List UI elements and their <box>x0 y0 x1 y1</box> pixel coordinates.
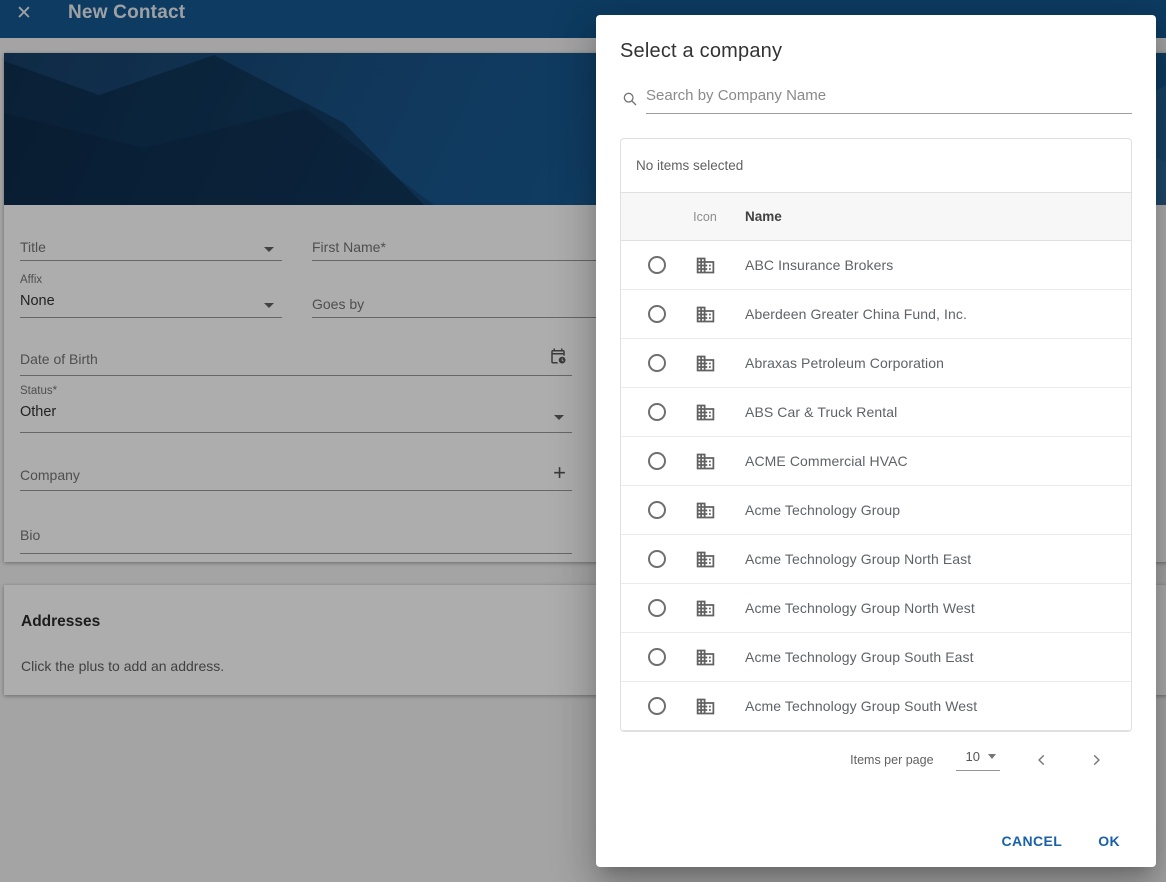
chevron-down-icon <box>988 754 996 759</box>
paginator: Items per page 10 <box>620 732 1132 788</box>
select-company-dialog: Select a company No items selected Icon … <box>596 15 1156 867</box>
company-building-icon <box>695 647 716 668</box>
table-row[interactable]: ACME Commercial HVAC <box>621 437 1131 486</box>
company-name: Acme Technology Group North East <box>717 551 971 567</box>
radio-button[interactable] <box>648 256 666 274</box>
dialog-title: Select a company <box>620 40 1132 63</box>
company-name: Acme Technology Group <box>717 502 900 518</box>
company-building-icon <box>695 353 716 374</box>
company-building-icon <box>695 304 716 325</box>
table-header: Icon Name <box>621 193 1131 241</box>
table-row[interactable]: Abraxas Petroleum Corporation <box>621 339 1131 388</box>
search-icon <box>622 91 638 107</box>
radio-button[interactable] <box>648 501 666 519</box>
radio-button[interactable] <box>648 599 666 617</box>
company-table-body: ABC Insurance Brokers Aberdeen Greater C… <box>621 241 1131 731</box>
previous-page-button[interactable] <box>1030 748 1054 772</box>
company-name: Abraxas Petroleum Corporation <box>717 355 944 371</box>
search-input[interactable] <box>646 87 1132 114</box>
company-building-icon <box>695 451 716 472</box>
company-name: ABS Car & Truck Rental <box>717 404 897 420</box>
company-building-icon <box>695 696 716 717</box>
table-row[interactable]: Acme Technology Group <box>621 486 1131 535</box>
company-building-icon <box>695 549 716 570</box>
dialog-actions: CANCEL OK <box>989 823 1132 859</box>
company-name: Acme Technology Group North West <box>717 600 975 616</box>
table-row[interactable]: ABS Car & Truck Rental <box>621 388 1131 437</box>
company-name: ACME Commercial HVAC <box>717 453 908 469</box>
cancel-button[interactable]: CANCEL <box>989 823 1074 859</box>
table-row[interactable]: Acme Technology Group South East <box>621 633 1131 682</box>
next-page-button[interactable] <box>1084 748 1108 772</box>
items-per-page-label: Items per page <box>850 753 933 767</box>
radio-button[interactable] <box>648 354 666 372</box>
icon-column-header: Icon <box>693 210 717 224</box>
company-list: No items selected Icon Name ABC Insuranc… <box>620 138 1132 732</box>
radio-button[interactable] <box>648 550 666 568</box>
selection-status: No items selected <box>621 139 1131 193</box>
company-building-icon <box>695 402 716 423</box>
company-building-icon <box>695 255 716 276</box>
radio-button[interactable] <box>648 403 666 421</box>
company-building-icon <box>695 500 716 521</box>
name-column-header: Name <box>717 209 782 224</box>
table-row[interactable]: Acme Technology Group North East <box>621 535 1131 584</box>
company-name: Aberdeen Greater China Fund, Inc. <box>717 306 967 322</box>
table-row[interactable]: Aberdeen Greater China Fund, Inc. <box>621 290 1131 339</box>
company-search <box>620 80 1132 114</box>
page-size-value: 10 <box>966 749 980 764</box>
radio-button[interactable] <box>648 697 666 715</box>
table-row[interactable]: Acme Technology Group South West <box>621 682 1131 731</box>
company-name: Acme Technology Group South West <box>717 698 977 714</box>
page-size-select[interactable]: 10 <box>956 749 1000 771</box>
company-name: ABC Insurance Brokers <box>717 257 893 273</box>
company-name: Acme Technology Group South East <box>717 649 974 665</box>
radio-button[interactable] <box>648 305 666 323</box>
radio-button[interactable] <box>648 452 666 470</box>
company-building-icon <box>695 598 716 619</box>
table-row[interactable]: Acme Technology Group North West <box>621 584 1131 633</box>
ok-button[interactable]: OK <box>1086 823 1132 859</box>
radio-button[interactable] <box>648 648 666 666</box>
table-row[interactable]: ABC Insurance Brokers <box>621 241 1131 290</box>
